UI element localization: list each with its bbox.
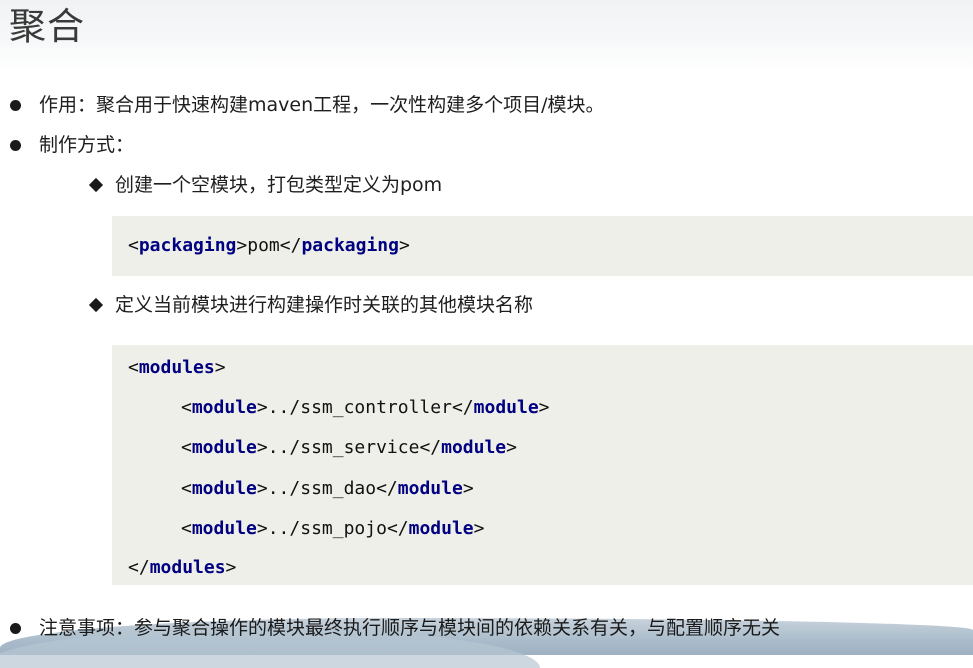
code-line-modules-open: <modules> [128, 357, 226, 378]
code-line-module: <module>../ssm_service</module> [181, 437, 517, 458]
bullet-method: 制作方式： [10, 132, 134, 158]
bullet-dot-icon [10, 139, 21, 151]
module-path: ../ssm_controller [267, 397, 452, 418]
bullet-note-text: 注意事项：参与聚合操作的模块最终执行顺序与模块间的依赖关系有关，与配置顺序无关 [39, 617, 781, 639]
bullet-dot-icon [10, 622, 21, 634]
xml-tag: packaging [301, 235, 399, 256]
xml-tag: module [441, 437, 507, 458]
code-line-module: <module>../ssm_pojo</module> [181, 518, 485, 539]
diamond-bullet-icon [88, 177, 104, 193]
code-block-packaging: <packaging>pom</packaging> [112, 216, 973, 276]
bullet-purpose-text: 作用：聚合用于快速构建maven工程，一次性构建多个项目/模块。 [39, 94, 605, 116]
module-path: ../ssm_pojo [267, 518, 387, 539]
xml-tag: packaging [138, 235, 237, 256]
xml-tag: module [191, 437, 257, 458]
xml-tag: module [191, 518, 257, 539]
sub-item-step2-text: 定义当前模块进行构建操作时关联的其他模块名称 [115, 294, 534, 316]
packaging-value: pom [247, 235, 280, 256]
sub-item-step1-text: 创建一个空模块，打包类型定义为pom [115, 174, 443, 196]
slide-title: 聚合 [9, 5, 85, 48]
code-line-modules-close: </modules> [128, 557, 237, 578]
xml-tag: module [473, 397, 539, 418]
title-bar-background [0, 0, 973, 75]
xml-tag: module [397, 478, 463, 499]
bullet-dot-icon [10, 99, 21, 111]
xml-tag: module [191, 478, 257, 499]
xml-tag: module [408, 518, 474, 539]
bullet-note: 注意事项：参与聚合操作的模块最终执行顺序与模块间的依赖关系有关，与配置顺序无关 [10, 615, 780, 641]
sub-item-step1: 创建一个空模块，打包类型定义为pom [88, 172, 443, 198]
code-line-module: <module>../ssm_controller</module> [181, 397, 550, 418]
xml-tag: modules [149, 557, 226, 578]
code-line-packaging: <packaging>pom</packaging> [128, 235, 410, 256]
sub-item-step2: 定义当前模块进行构建操作时关联的其他模块名称 [88, 292, 534, 318]
diamond-bullet-icon [88, 297, 104, 313]
xml-tag: module [191, 397, 257, 418]
module-path: ../ssm_dao [267, 478, 377, 499]
xml-tag: modules [138, 357, 215, 378]
code-line-module: <module>../ssm_dao</module> [181, 478, 474, 499]
module-path: ../ssm_service [267, 437, 420, 458]
code-block-modules: <modules> <module>../ssm_controller</mod… [112, 345, 973, 585]
bullet-purpose: 作用：聚合用于快速构建maven工程，一次性构建多个项目/模块。 [10, 92, 605, 118]
bullet-method-text: 制作方式： [39, 134, 135, 156]
